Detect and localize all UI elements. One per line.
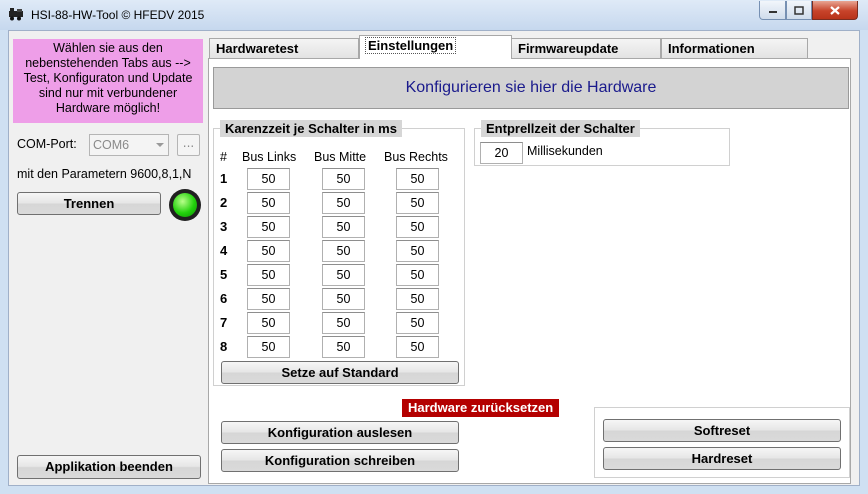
column-header-bus-mitte: Bus Mitte [314,150,367,164]
params-text: mit den Parametern 9600,8,1,N [17,167,192,181]
close-icon [830,5,840,15]
hardreset-button[interactable]: Hardreset [603,447,841,470]
minimize-icon [768,11,777,13]
client-area: Wählen sie aus den nebenstehenden Tabs a… [8,30,860,486]
tab-label: Hardwaretest [216,41,299,56]
write-config-button[interactable]: Konfiguration schreiben [221,449,459,472]
karenz-input-2-mitte[interactable]: 50 [322,192,365,214]
karenz-input-6-links[interactable]: 50 [247,288,290,310]
tab-hardwaretest[interactable]: Hardwaretest [209,38,359,58]
disconnect-button[interactable]: Trennen [17,192,161,215]
karenz-input-2-links[interactable]: 50 [247,192,290,214]
karenz-input-7-links[interactable]: 50 [247,312,290,334]
comport-select[interactable]: COM6 [89,134,169,156]
read-config-button[interactable]: Konfiguration auslesen [221,421,459,444]
karenz-input-6-mitte[interactable]: 50 [322,288,365,310]
karenz-input-3-links[interactable]: 50 [247,216,290,238]
karenz-input-8-mitte[interactable]: 50 [322,336,365,358]
title-bar: HSI-88-HW-Tool © HFEDV 2015 [0,0,868,30]
column-header-bus-links: Bus Links [242,150,297,164]
karenz-input-3-rechts[interactable]: 50 [396,216,439,238]
maximize-icon [794,5,804,15]
info-box: Wählen sie aus den nebenstehenden Tabs a… [13,39,203,123]
entprell-group-title: Entprellzeit der Schalter [481,120,640,137]
karenz-input-8-rechts[interactable]: 50 [396,336,439,358]
row-number: 6 [220,291,228,306]
karenz-input-8-links[interactable]: 50 [247,336,290,358]
row-number: 2 [220,195,228,210]
connection-status-led [169,189,201,221]
row-number: 7 [220,315,228,330]
karenz-group-title: Karenzzeit je Schalter in ms [220,120,402,137]
close-button[interactable] [812,1,858,20]
karenz-input-4-rechts[interactable]: 50 [396,240,439,262]
comport-value: COM6 [93,138,130,152]
tab-firmwareupdate[interactable]: Firmwareupdate [511,38,661,58]
karenz-input-1-links[interactable]: 50 [247,168,290,190]
row-number: 5 [220,267,228,282]
exit-button[interactable]: Applikation beenden [17,455,201,479]
tab-label: Firmwareupdate [518,41,619,56]
tab-label: Informationen [668,41,755,56]
karenz-group: Karenzzeit je Schalter in ms # Bus Links… [213,120,465,386]
softreset-button[interactable]: Softreset [603,419,841,442]
karenz-input-5-mitte[interactable]: 50 [322,264,365,286]
comport-label: COM-Port: [17,137,77,151]
locomotive-icon [9,8,23,21]
column-header-hash: # [220,150,227,164]
chevron-down-icon [156,143,164,147]
maximize-button[interactable] [786,1,812,20]
karenz-input-5-rechts[interactable]: 50 [396,264,439,286]
karenz-input-2-rechts[interactable]: 50 [396,192,439,214]
row-number: 3 [220,219,228,234]
karenz-input-6-rechts[interactable]: 50 [396,288,439,310]
karenz-input-4-mitte[interactable]: 50 [322,240,365,262]
tab-einstellungen[interactable]: Einstellungen [359,35,512,59]
entprell-group: Entprellzeit der Schalter 20 Millisekund… [474,120,730,166]
karenz-input-5-links[interactable]: 50 [247,264,290,286]
row-number: 8 [220,339,228,354]
reset-group-title: Hardware zurücksetzen [402,399,560,417]
karenz-input-3-mitte[interactable]: 50 [322,216,365,238]
page-title: Konfigurieren sie hier die Hardware [213,67,849,109]
tab-informationen[interactable]: Informationen [661,38,808,58]
row-number: 1 [220,171,228,186]
set-default-button[interactable]: Setze auf Standard [221,361,459,384]
tab-label: Einstellungen [364,37,457,54]
karenz-input-7-rechts[interactable]: 50 [396,312,439,334]
window-title: HSI-88-HW-Tool © HFEDV 2015 [31,8,205,22]
entprell-unit-label: Millisekunden [527,144,603,158]
column-header-bus-rechts: Bus Rechts [384,150,448,164]
karenz-input-4-links[interactable]: 50 [247,240,290,262]
karenz-input-7-mitte[interactable]: 50 [322,312,365,334]
browse-button[interactable]: ... [177,134,200,156]
karenz-input-1-rechts[interactable]: 50 [396,168,439,190]
karenz-input-1-mitte[interactable]: 50 [322,168,365,190]
minimize-button[interactable] [759,1,786,20]
row-number: 4 [220,243,228,258]
entprell-input[interactable]: 20 [480,142,523,164]
